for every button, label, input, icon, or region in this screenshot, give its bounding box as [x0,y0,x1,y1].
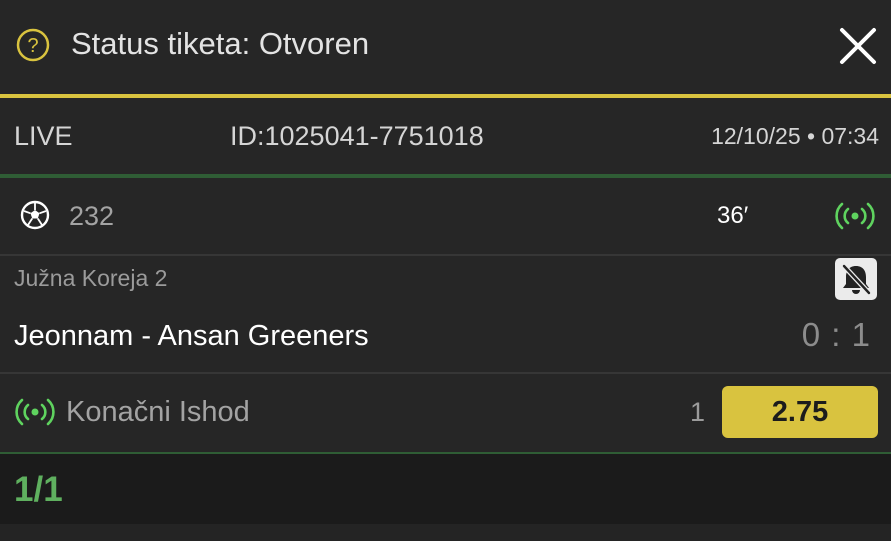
ticket-info-row: LIVE ID:1025041-7751018 12/10/25 • 07:34 [0,98,891,174]
card-divider [0,254,891,256]
bet-card: 232 36′ Južna Koreja 2 Jeonnam - Ansan G… [0,178,891,452]
match-minute: 36′ [717,202,749,229]
ticket-header: ? Status tiketa: Otvoren [0,0,891,94]
ticket-datetime: 12/10/25 • 07:34 [711,123,879,149]
event-code: 232 [69,201,115,231]
soccer-ball-icon [20,200,50,230]
question-circle-icon[interactable]: ? [16,28,50,62]
close-icon[interactable] [836,24,880,68]
league-name: Južna Koreja 2 [14,265,168,291]
ticket-footer: 1/1 [0,454,891,524]
svg-text:?: ? [27,35,38,57]
bottom-area [0,524,891,541]
odds-button[interactable]: 2.75 [722,386,878,438]
bet-market: Konačni Ishod [66,396,250,428]
live-broadcast-icon [15,398,55,426]
card-divider [0,372,891,374]
ticket-status-title: Status tiketa: Otvoren [71,26,370,61]
ticket-type: LIVE [14,121,73,151]
bell-off-icon[interactable] [835,258,877,300]
bet-pick: 1 [690,397,706,427]
live-broadcast-icon [835,202,875,230]
match-score: 0 : 1 [801,316,871,353]
ticket-count: 1/1 [14,470,63,509]
match-teams: Jeonnam - Ansan Greeners [14,320,369,352]
ticket-id: ID:1025041-7751018 [230,121,484,151]
